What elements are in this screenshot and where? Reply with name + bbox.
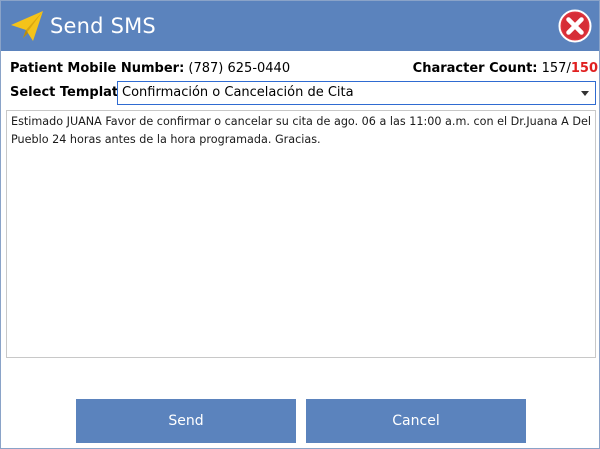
mobile-number-label: Patient Mobile Number: — [10, 61, 185, 76]
character-count-current: 157 — [541, 61, 567, 76]
title-bar: Send SMS — [1, 1, 599, 51]
mobile-number-value: (787) 625-0440 — [188, 61, 291, 76]
template-dropdown[interactable]: Confirmación o Cancelación de Cita — [117, 81, 596, 105]
character-count: Character Count: 157/150 — [413, 59, 598, 79]
character-count-max: 150 — [570, 61, 598, 76]
send-sms-dialog: Send SMS Patient Mobile Number: (787) 62… — [0, 0, 600, 449]
info-row: Patient Mobile Number: (787) 625-0440 Ch… — [10, 59, 598, 79]
close-icon[interactable] — [558, 9, 592, 43]
window-title: Send SMS — [50, 14, 156, 38]
chevron-down-icon[interactable] — [581, 91, 589, 96]
message-textarea[interactable]: Estimado JUANA Favor de confirmar o canc… — [6, 110, 596, 358]
character-count-label: Character Count: — [412, 61, 538, 76]
paper-plane-icon — [11, 11, 43, 41]
select-template-label: Select Template: — [10, 85, 133, 100]
template-selected-value: Confirmación o Cancelación de Cita — [122, 85, 354, 100]
cancel-button[interactable]: Cancel — [306, 399, 526, 443]
send-button[interactable]: Send — [76, 399, 296, 443]
